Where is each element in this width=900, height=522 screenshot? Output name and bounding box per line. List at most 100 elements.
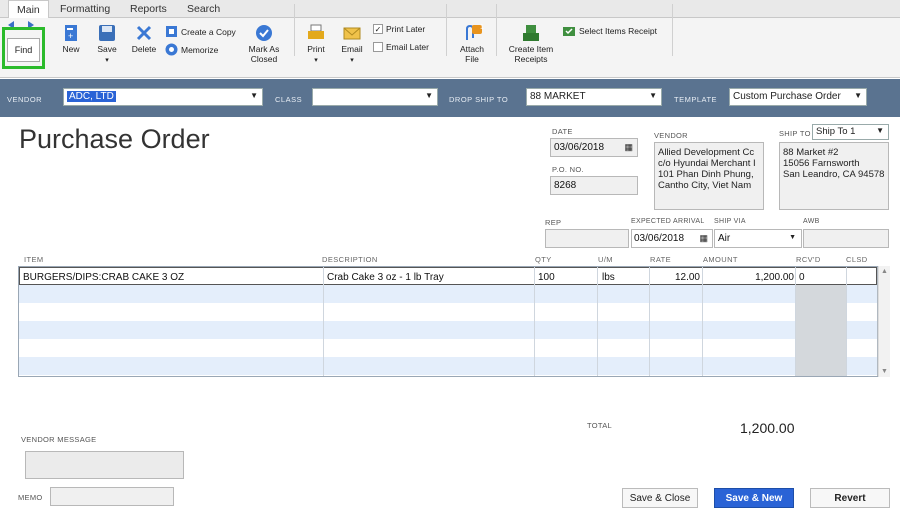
column-header-clsd: CLSD xyxy=(846,255,868,264)
checkbox-empty-icon xyxy=(373,42,383,52)
attach-count-badge: 1 xyxy=(480,24,484,31)
find-button[interactable]: Find xyxy=(7,38,40,62)
table-row[interactable] xyxy=(19,357,877,375)
table-row[interactable] xyxy=(19,303,877,321)
awb-label: AWB xyxy=(803,218,820,225)
create-copy-button[interactable]: Create a Copy xyxy=(165,25,236,38)
save-new-button[interactable]: Save & New xyxy=(714,488,794,508)
date-field[interactable]: 03/06/2018 ▦ xyxy=(550,138,638,157)
drop-ship-label: DROP SHIP TO xyxy=(449,95,509,104)
save-close-button[interactable]: Save & Close xyxy=(622,488,698,508)
ship-via-label: SHIP VIA xyxy=(714,218,746,225)
description-cell[interactable]: Crab Cake 3 oz - 1 lb Tray xyxy=(327,272,444,283)
vendor-select[interactable]: ADC, LTD ▼ xyxy=(63,88,263,106)
po-number-field[interactable]: 8268 xyxy=(550,176,638,195)
column-header-rate: RATE xyxy=(650,255,672,264)
email-button[interactable]: Email ▾ xyxy=(338,24,366,66)
table-row[interactable] xyxy=(19,321,877,339)
table-scrollbar[interactable]: ▲ ▼ xyxy=(878,266,890,377)
envelope-icon xyxy=(343,27,361,40)
column-header-um: U/M xyxy=(598,255,613,264)
chevron-down-icon: ▼ xyxy=(649,91,657,100)
tab-main[interactable]: Main xyxy=(8,0,49,19)
svg-text:+: + xyxy=(68,31,73,41)
chevron-down-icon: ▼ xyxy=(250,91,258,100)
rate-cell[interactable]: 12.00 xyxy=(650,272,700,283)
scroll-down-icon: ▼ xyxy=(881,368,888,375)
create-item-receipts-button[interactable]: Create Item Receipts xyxy=(503,24,559,64)
save-disk-icon xyxy=(99,25,115,41)
table-row[interactable] xyxy=(19,285,877,303)
total-label: TOTAL xyxy=(587,421,612,430)
revert-button[interactable]: Revert xyxy=(810,488,890,508)
save-button[interactable]: Save ▾ xyxy=(93,24,121,66)
new-button[interactable]: + New xyxy=(58,24,84,54)
chevron-down-icon: ▼ xyxy=(876,126,884,135)
class-select[interactable]: ▼ xyxy=(312,88,438,106)
printer-icon xyxy=(308,24,324,39)
column-header-amount: AMOUNT xyxy=(703,255,738,264)
print-later-checkbox[interactable]: ✓ Print Later xyxy=(373,24,425,34)
column-header-rcvd: RCV'D xyxy=(796,255,821,264)
new-document-icon: + xyxy=(65,25,77,41)
vendor-address-label: VENDOR xyxy=(654,131,688,140)
rcvd-column-shade xyxy=(796,285,846,376)
select-receipt-icon xyxy=(563,27,575,36)
vendor-message-label: VENDOR MESSAGE xyxy=(21,435,97,444)
page-title: Purchase Order xyxy=(19,124,210,154)
chevron-down-icon: ▼ xyxy=(789,234,796,241)
calendar-icon: ▦ xyxy=(624,142,633,152)
memorize-button[interactable]: Memorize xyxy=(165,43,218,56)
vendor-message-field[interactable] xyxy=(25,451,184,479)
drop-ship-select[interactable]: 88 MARKET ▼ xyxy=(526,88,662,106)
chevron-down-icon: ▼ xyxy=(854,91,862,100)
new-label: New xyxy=(62,44,80,54)
chevron-down-icon: ▼ xyxy=(425,91,433,100)
date-label: DATE xyxy=(552,127,573,136)
vendor-address-field[interactable]: Allied Development Cc c/o Hyundai Mercha… xyxy=(654,142,764,210)
receipt-icon xyxy=(523,25,539,41)
email-later-checkbox[interactable]: Email Later xyxy=(373,42,429,52)
table-row[interactable] xyxy=(19,339,877,357)
awb-field[interactable] xyxy=(803,229,889,248)
total-value: 1,200.00 xyxy=(740,420,795,436)
po-number-label: P.O. NO. xyxy=(552,165,584,174)
print-button[interactable]: Print ▾ xyxy=(303,24,329,66)
class-label: CLASS xyxy=(275,95,303,104)
rep-field[interactable] xyxy=(545,229,629,248)
vendor-value: ADC, LTD xyxy=(67,91,116,102)
delete-button[interactable]: Delete xyxy=(129,24,159,54)
expected-arrival-label: EXPECTED ARRIVAL xyxy=(631,218,705,225)
ship-to-label: SHIP TO xyxy=(779,129,811,138)
delete-x-icon xyxy=(136,25,152,41)
table-row[interactable]: BURGERS/DIPS:CRAB CAKE 3 OZ Crab Cake 3 … xyxy=(19,267,877,285)
um-cell[interactable]: lbs xyxy=(602,272,615,283)
copy-icon xyxy=(166,26,177,37)
memo-label: MEMO xyxy=(18,493,43,502)
item-cell[interactable]: BURGERS/DIPS:CRAB CAKE 3 OZ xyxy=(23,272,184,283)
memo-field[interactable] xyxy=(50,487,174,506)
checkbox-checked-icon: ✓ xyxy=(373,24,383,34)
template-select[interactable]: Custom Purchase Order ▼ xyxy=(729,88,867,106)
tab-search[interactable]: Search xyxy=(187,3,220,15)
vendor-label: VENDOR xyxy=(7,95,43,104)
tab-formatting[interactable]: Formatting xyxy=(60,3,110,15)
ship-to-address-field[interactable]: 88 Market #2 15056 Farnsworth San Leandr… xyxy=(779,142,889,210)
expected-arrival-field[interactable]: 03/06/2018 ▦ xyxy=(631,229,713,248)
template-label: TEMPLATE xyxy=(674,95,718,104)
qty-cell[interactable]: 100 xyxy=(538,272,555,283)
tab-reports[interactable]: Reports xyxy=(130,3,167,15)
memorize-icon xyxy=(165,43,178,56)
ship-to-select[interactable]: Ship To 1 ▼ xyxy=(812,124,889,140)
mark-as-closed-button[interactable]: Mark As Closed xyxy=(244,24,284,64)
select-items-receipt-button[interactable]: Select Items Receipt xyxy=(562,25,657,37)
rep-label: REP xyxy=(545,218,562,227)
amount-cell[interactable]: 1,200.00 xyxy=(710,272,794,283)
rcvd-cell[interactable]: 0 xyxy=(799,272,805,283)
delete-label: Delete xyxy=(131,44,157,54)
scroll-up-icon: ▲ xyxy=(881,268,888,275)
column-header-description: DESCRIPTION xyxy=(322,255,378,264)
column-header-qty: QTY xyxy=(535,255,552,264)
ship-via-select[interactable]: Air ▼ xyxy=(714,229,802,248)
calendar-icon: ▦ xyxy=(699,233,708,243)
